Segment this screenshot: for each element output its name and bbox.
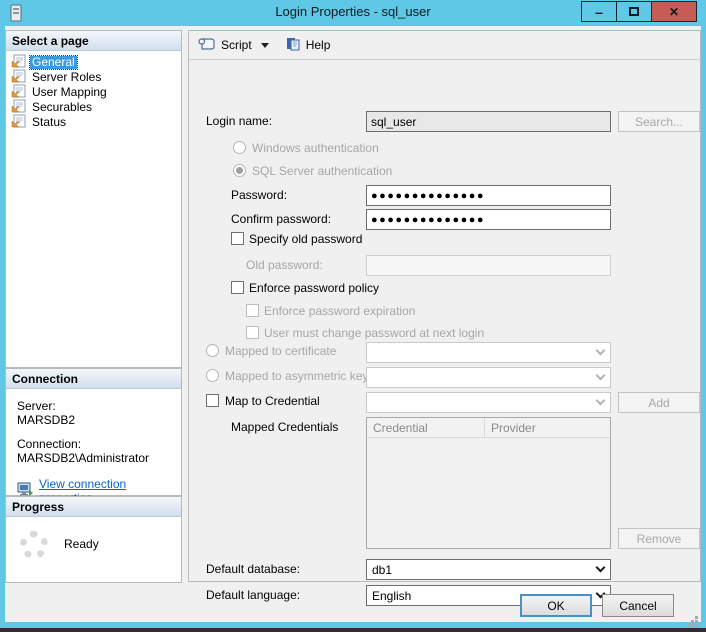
confirm-password-input[interactable] <box>366 209 611 230</box>
mapped-to-asymmetric-key-radio[interactable] <box>206 369 219 382</box>
window-bottom-edge <box>0 628 706 632</box>
connection-value: MARSDB2\Administrator <box>17 451 170 465</box>
connection-header: Connection <box>6 369 181 389</box>
help-icon <box>285 37 301 54</box>
must-change-password-label: User must change password at next login <box>264 325 484 341</box>
sidebar-item-securables[interactable]: Securables <box>6 100 181 115</box>
sidebar-item-label: Status <box>30 116 68 129</box>
enforce-password-expiration-checkbox[interactable] <box>246 304 259 317</box>
progress-spinner-icon <box>20 531 48 559</box>
mapped-to-certificate-label: Mapped to certificate <box>225 343 336 359</box>
password-input[interactable] <box>366 185 611 206</box>
password-label: Password: <box>231 187 287 203</box>
old-password-input[interactable] <box>366 255 611 276</box>
enforce-password-policy-label: Enforce password policy <box>249 280 379 296</box>
script-button[interactable]: Script <box>198 37 269 54</box>
resize-grip[interactable] <box>695 616 698 619</box>
login-name-input[interactable] <box>366 111 611 132</box>
toolbar: Script Help <box>189 31 700 60</box>
server-value: MARSDB2 <box>17 413 170 427</box>
mapped-credentials-table-header: Credential Provider <box>367 418 610 438</box>
script-label: Script <box>221 38 252 52</box>
default-database-combobox[interactable]: db1 <box>366 559 611 580</box>
windows-authentication-label: Windows authentication <box>252 140 379 156</box>
mapped-to-certificate-radio[interactable] <box>206 344 219 357</box>
sidebar-item-user-mapping[interactable]: User Mapping <box>6 85 181 100</box>
help-button[interactable]: Help <box>285 37 331 54</box>
add-button[interactable]: Add <box>618 392 700 413</box>
chevron-down-icon <box>596 346 606 356</box>
maximize-icon <box>629 7 639 16</box>
asymmetric-key-combobox[interactable] <box>366 367 611 388</box>
select-a-page-panel: Select a page General Server Roles User … <box>5 30 182 368</box>
titlebar: Login Properties - sql_user – ✕ <box>0 0 706 26</box>
sidebar-item-server-roles[interactable]: Server Roles <box>6 70 181 85</box>
close-button[interactable]: ✕ <box>651 1 697 22</box>
credential-column-header: Credential <box>367 418 485 437</box>
progress-panel: Progress Ready <box>5 496 182 583</box>
select-a-page-header: Select a page <box>6 31 181 51</box>
sql-server-authentication-label: SQL Server authentication <box>252 163 392 179</box>
page-list: General Server Roles User Mapping Secura… <box>6 51 181 130</box>
window-controls: – ✕ <box>582 1 697 22</box>
sidebar-item-general[interactable]: General <box>6 55 181 70</box>
old-password-label: Old password: <box>246 257 323 273</box>
script-icon <box>198 37 216 54</box>
default-database-label: Default database: <box>206 561 300 577</box>
page-content-panel: Script Help Login name: <box>188 30 701 582</box>
connection-body: Server: MARSDB2 Connection: MARSDB2\Admi… <box>6 389 181 505</box>
ok-button[interactable]: OK <box>520 594 592 617</box>
cancel-button[interactable]: Cancel <box>602 594 674 617</box>
specify-old-password-label: Specify old password <box>249 231 362 247</box>
server-label: Server: <box>17 399 170 413</box>
minimize-icon: – <box>595 7 603 17</box>
help-label: Help <box>306 38 331 52</box>
credential-combobox[interactable] <box>366 392 611 413</box>
must-change-password-checkbox[interactable] <box>246 326 259 339</box>
progress-header: Progress <box>6 497 181 517</box>
minimize-button[interactable]: – <box>581 1 617 22</box>
page-icon <box>11 114 26 131</box>
chevron-down-icon <box>596 371 606 381</box>
progress-body: Ready <box>6 517 181 583</box>
enforce-password-policy-checkbox[interactable] <box>231 281 244 294</box>
default-language-value: English <box>372 589 411 603</box>
mapped-credentials-label: Mapped Credentials <box>231 419 338 435</box>
sidebar-item-status[interactable]: Status <box>6 115 181 130</box>
sidebar-item-label: Server Roles <box>30 71 103 84</box>
mapped-credentials-table[interactable]: Credential Provider <box>366 417 611 549</box>
enforce-password-expiration-label: Enforce password expiration <box>264 303 415 319</box>
windows-authentication-radio[interactable] <box>233 141 246 154</box>
sql-server-authentication-radio[interactable] <box>233 164 246 177</box>
specify-old-password-checkbox[interactable] <box>231 232 244 245</box>
dialog-body: Select a page General Server Roles User … <box>5 26 701 622</box>
default-database-value: db1 <box>372 563 392 577</box>
close-icon: ✕ <box>669 5 679 19</box>
provider-column-header: Provider <box>485 418 542 437</box>
certificate-combobox[interactable] <box>366 342 611 363</box>
map-to-credential-label: Map to Credential <box>225 393 320 409</box>
sidebar-item-label: User Mapping <box>30 86 109 99</box>
general-page-form: Login name: Search... Windows authentica… <box>189 61 700 581</box>
sidebar-item-label: General <box>30 56 77 69</box>
default-language-label: Default language: <box>206 587 300 603</box>
connection-label: Connection: <box>17 437 170 451</box>
chevron-down-icon <box>596 396 606 406</box>
login-name-label: Login name: <box>206 113 272 129</box>
script-dropdown-icon <box>261 43 269 48</box>
maximize-button[interactable] <box>616 1 652 22</box>
connection-panel: Connection Server: MARSDB2 Connection: M… <box>5 368 182 496</box>
chevron-down-icon <box>596 563 606 573</box>
mapped-to-asymmetric-key-label: Mapped to asymmetric key <box>225 368 368 384</box>
search-button[interactable]: Search... <box>618 111 700 132</box>
confirm-password-label: Confirm password: <box>231 211 331 227</box>
map-to-credential-checkbox[interactable] <box>206 394 219 407</box>
progress-status: Ready <box>64 537 99 551</box>
login-properties-window: Login Properties - sql_user – ✕ Select a… <box>0 0 706 632</box>
sidebar-item-label: Securables <box>30 101 94 114</box>
remove-button[interactable]: Remove <box>618 528 700 549</box>
